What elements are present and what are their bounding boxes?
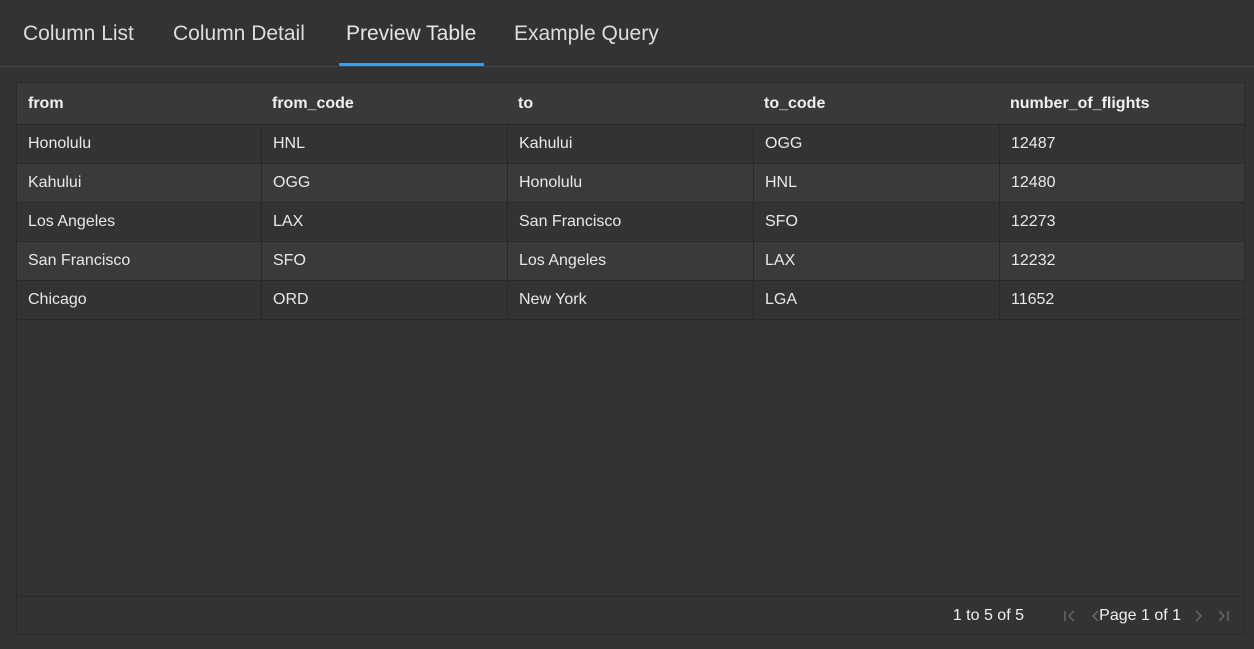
last-page-icon[interactable] xyxy=(1216,608,1230,624)
column-header-from-code[interactable]: from_code xyxy=(261,83,507,125)
table-cell: Los Angeles xyxy=(28,213,116,230)
table-row[interactable]: Kahului OGG Honolulu HNL 12480 xyxy=(17,164,1244,203)
column-header-from[interactable]: from xyxy=(17,83,261,125)
first-page-icon[interactable] xyxy=(1063,608,1077,624)
table-cell: HNL xyxy=(753,164,999,203)
table-row[interactable]: Honolulu HNL Kahului OGG 12487 xyxy=(17,125,1244,164)
table-cell: OGG xyxy=(753,125,999,164)
tab-label: Preview Table xyxy=(346,22,477,45)
table-cell: Honolulu xyxy=(507,164,753,203)
table-cell: LGA xyxy=(753,281,999,320)
table-cell: 12487 xyxy=(999,125,1246,164)
table-row[interactable]: Chicago ORD New York LGA 11652 xyxy=(17,281,1244,320)
table-cell: San Francisco xyxy=(507,203,753,242)
tab-label: Column Detail xyxy=(173,22,305,45)
table-header: from from_code to to_code number_of_flig… xyxy=(17,83,1244,125)
preview-table: from from_code to to_code number_of_flig… xyxy=(16,82,1245,635)
table-cell: SFO xyxy=(261,242,507,281)
table-cell: ORD xyxy=(261,281,507,320)
tab-bar: Column List Column Detail Preview Table … xyxy=(0,0,1254,67)
table-cell: Kahului xyxy=(28,174,82,191)
table-row[interactable]: San Francisco SFO Los Angeles LAX 12232 xyxy=(17,242,1244,281)
table-cell: SFO xyxy=(753,203,999,242)
table-cell: 12232 xyxy=(999,242,1246,281)
table-row[interactable]: Los Angeles LAX San Francisco SFO 12273 xyxy=(17,203,1244,242)
tab-label: Column List xyxy=(23,22,134,45)
column-header-to-code[interactable]: to_code xyxy=(753,83,999,125)
tab-example-query[interactable]: Example Query xyxy=(514,0,659,67)
table-cell: LAX xyxy=(753,242,999,281)
table-cell: Los Angeles xyxy=(507,242,753,281)
tab-column-list[interactable]: Column List xyxy=(23,0,134,67)
table-cell: 12480 xyxy=(999,164,1246,203)
next-page-icon[interactable] xyxy=(1191,608,1205,624)
column-header-to[interactable]: to xyxy=(507,83,753,125)
tab-preview-table[interactable]: Preview Table xyxy=(339,0,485,67)
table-cell: Chicago xyxy=(28,291,87,308)
row-count-summary: 1 to 5 of 5 xyxy=(952,607,1024,624)
table-cell: San Francisco xyxy=(28,252,131,269)
table-cell: LAX xyxy=(261,203,507,242)
table-cell: 12273 xyxy=(999,203,1246,242)
table-cell: 11652 xyxy=(999,281,1246,320)
page-indicator: Page 1 of 1 xyxy=(1099,607,1181,624)
active-tab-indicator xyxy=(339,63,485,66)
table-cell: Honolulu xyxy=(28,135,92,152)
tab-label: Example Query xyxy=(514,22,659,45)
tab-column-detail[interactable]: Column Detail xyxy=(173,0,305,67)
column-header-number-of-flights[interactable]: number_of_flights xyxy=(999,83,1246,125)
pagination-bar: 1 to 5 of 5 Page 1 of 1 xyxy=(17,596,1244,634)
table-cell: Kahului xyxy=(507,125,753,164)
table-cell: OGG xyxy=(261,164,507,203)
table-cell: HNL xyxy=(261,125,507,164)
table-cell: New York xyxy=(507,281,753,320)
